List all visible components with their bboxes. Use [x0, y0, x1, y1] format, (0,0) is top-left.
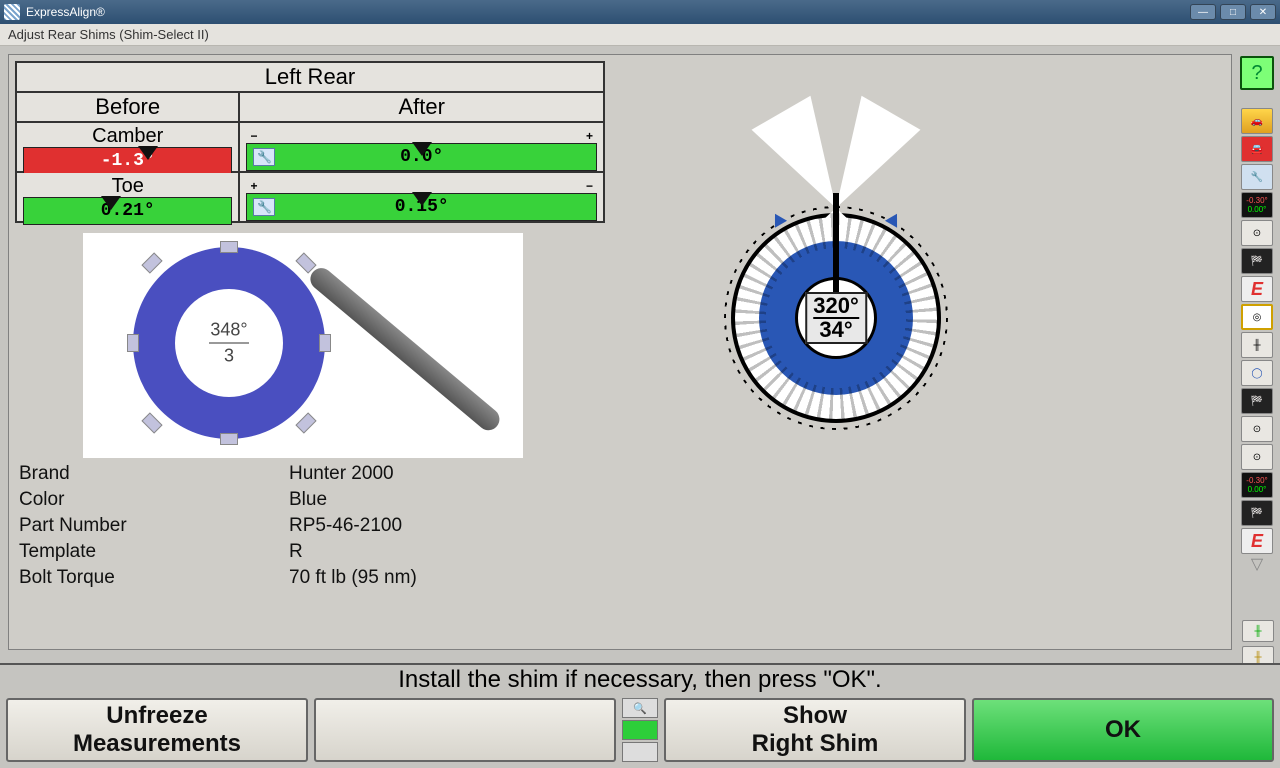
dial-value: 34° — [813, 319, 859, 341]
template-key: Template — [19, 539, 289, 565]
app-icon — [4, 4, 20, 20]
color-value: Blue — [289, 487, 327, 513]
flag-icon-2[interactable]: 🏁 — [1241, 388, 1273, 414]
action-button-row: Unfreeze Measurements 🔍 Show Right Shim … — [6, 698, 1274, 762]
wrench-icon[interactable]: 🔧 — [253, 198, 275, 216]
brand-value: Hunter 2000 — [289, 461, 394, 487]
vehicle-check-icon[interactable]: 🚘 — [1241, 136, 1273, 162]
ok-button[interactable]: OK — [972, 698, 1274, 762]
axle-icon[interactable]: ╫ — [1241, 332, 1273, 358]
shim-select-icon[interactable]: ◎ — [1241, 304, 1273, 330]
dial-readout: 320° 34° — [805, 292, 867, 344]
minus-icon: − — [586, 179, 593, 193]
part-value: RP5-46-2100 — [289, 513, 402, 539]
steering-icon-2[interactable]: ⊙ — [1241, 416, 1273, 442]
steering-icon-3[interactable]: ⊙ — [1241, 444, 1273, 470]
help-button[interactable]: ? — [1240, 56, 1274, 90]
arrow-icon — [138, 146, 158, 160]
arrow-icon — [412, 192, 432, 206]
rotation-gauge: 320° 34° — [711, 193, 961, 443]
toe-after-gauge: + − 🔧 0.15° — [240, 173, 603, 221]
express-icon[interactable]: E — [1241, 276, 1273, 302]
before-header: Before — [16, 92, 239, 122]
close-button[interactable]: ✕ — [1250, 4, 1276, 20]
minimize-button[interactable]: — — [1190, 4, 1216, 20]
window-titlebar: ExpressAlign® — □ ✕ — [0, 0, 1280, 24]
maximize-button[interactable]: □ — [1220, 4, 1246, 20]
brand-key: Brand — [19, 461, 289, 487]
camber-after-gauge: + − 🔧 0.0° — [240, 123, 603, 171]
dial-angle: 320° — [813, 295, 859, 317]
plus-icon: + — [586, 129, 593, 143]
indicator-gray[interactable] — [622, 742, 658, 762]
alignment-icon[interactable]: 🔧 — [1241, 164, 1273, 190]
unfreeze-button[interactable]: Unfreeze Measurements — [6, 698, 308, 762]
right-toolbar: ? 🚗 🚘 🔧 -0.30°0.00° ⊙ 🏁 E ◎ ╫ ◯ 🏁 ⊙ ⊙ -0… — [1238, 56, 1276, 678]
show-right-shim-button[interactable]: Show Right Shim — [664, 698, 966, 762]
instruction-text: Install the shim if necessary, then pres… — [0, 663, 1280, 695]
window-title: ExpressAlign® — [26, 5, 105, 19]
shim-product-image: 348° 3 — [83, 233, 523, 458]
wrench-icon[interactable]: 🔧 — [253, 148, 275, 166]
work-area: Left Rear Before After Camber -1.3° — [8, 54, 1232, 650]
indicator-green[interactable] — [622, 720, 658, 740]
minus-icon: − — [250, 129, 257, 143]
split-control: 🔍 — [622, 698, 658, 762]
flag-icon-3[interactable]: 🏁 — [1241, 500, 1273, 526]
panel-title: Left Rear — [16, 62, 604, 92]
torque-key: Bolt Torque — [19, 565, 289, 591]
toe-before-gauge: Toe 0.21° — [17, 173, 238, 221]
shim-index: 3 — [209, 346, 249, 367]
chevron-down-icon[interactable]: ▽ — [1251, 554, 1263, 574]
subtitle-text: Adjust Rear Shims (Shim-Select II) — [8, 27, 209, 42]
shim-angle: 348° — [209, 320, 249, 341]
torque-value: 70 ft lb (95 nm) — [289, 565, 417, 591]
readout-2[interactable]: -0.30°0.00° — [1241, 472, 1273, 498]
measurements-panel: Left Rear Before After Camber -1.3° — [15, 61, 605, 223]
camber-before-gauge: Camber -1.3° — [17, 123, 238, 171]
axle-green-icon[interactable]: ╫ — [1242, 620, 1274, 642]
screen-subtitle: Adjust Rear Shims (Shim-Select II) — [0, 24, 1280, 46]
plus-icon: + — [250, 179, 257, 193]
arrow-icon — [101, 196, 121, 210]
arrow-icon — [412, 142, 432, 156]
procedure-icon[interactable]: 🚗 — [1241, 108, 1273, 134]
marking-pen-icon — [306, 264, 504, 435]
readout-1[interactable]: -0.30°0.00° — [1241, 192, 1273, 218]
shim-properties: BrandHunter 2000 ColorBlue Part NumberRP… — [19, 461, 417, 591]
part-key: Part Number — [19, 513, 289, 539]
color-key: Color — [19, 487, 289, 513]
needle-icon — [833, 193, 839, 303]
camber-label: Camber — [23, 127, 232, 145]
magnifier-icon[interactable]: 🔍 — [622, 698, 658, 718]
steering-icon[interactable]: ⊙ — [1241, 220, 1273, 246]
flag-icon[interactable]: 🏁 — [1241, 248, 1273, 274]
after-header: After — [239, 92, 604, 122]
express-icon-2[interactable]: E — [1241, 528, 1273, 554]
template-value: R — [289, 539, 303, 565]
ring-icon[interactable]: ◯ — [1241, 360, 1273, 386]
toe-label: Toe — [23, 177, 232, 195]
blank-button-1[interactable] — [314, 698, 616, 762]
